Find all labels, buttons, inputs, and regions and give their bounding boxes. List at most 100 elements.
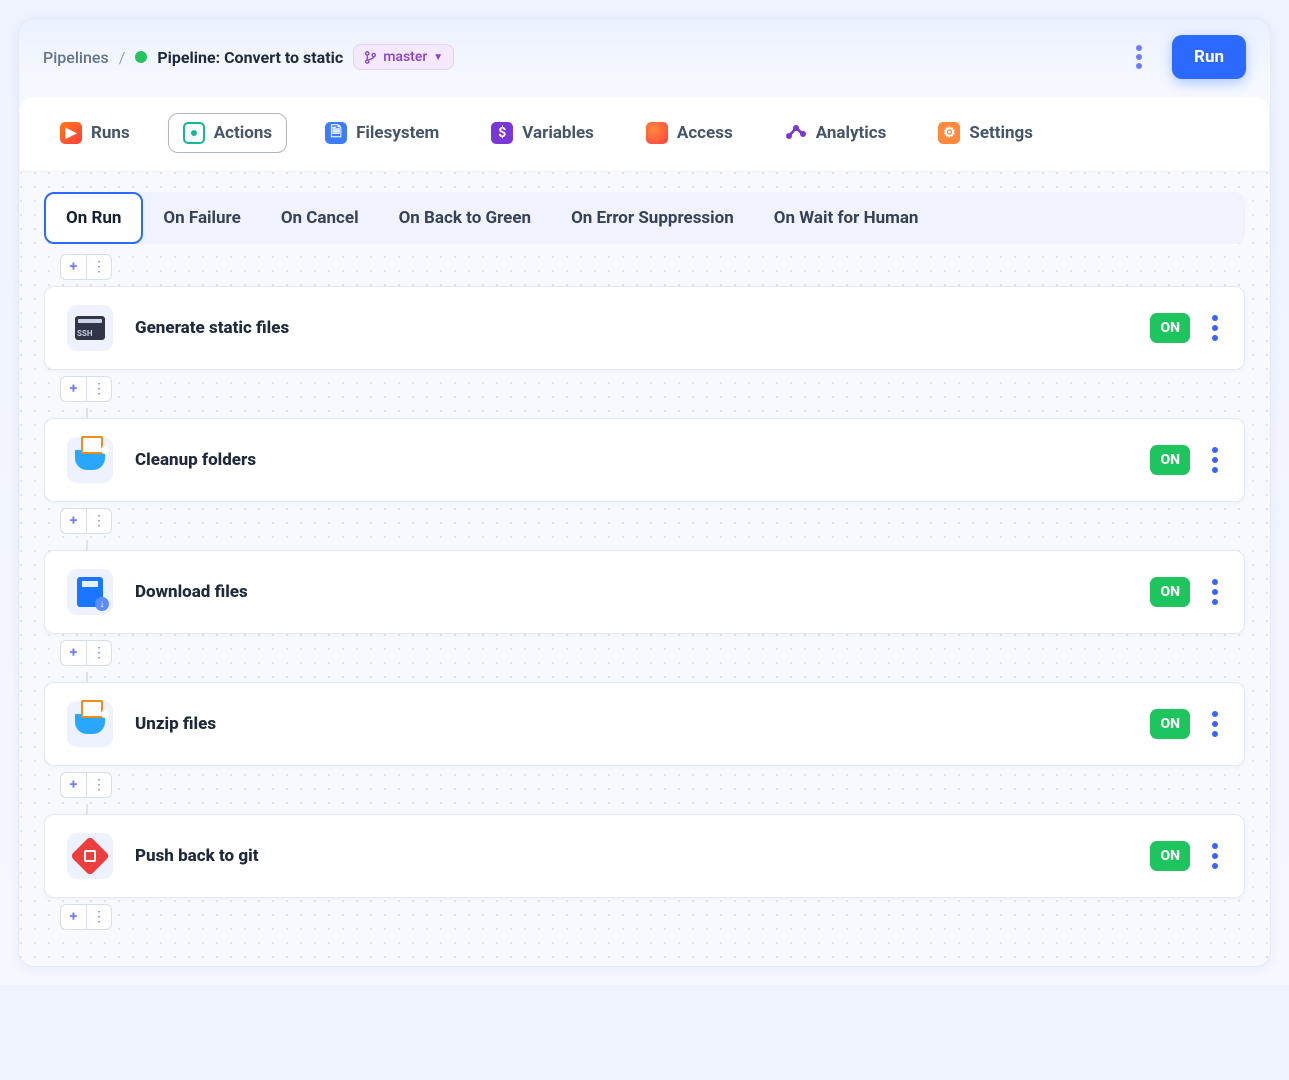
connector-line (86, 540, 88, 550)
step-state-badge[interactable]: ON (1150, 709, 1190, 739)
step-title: Generate static files (135, 318, 289, 338)
step-insert-menu[interactable]: ⋮ (86, 254, 112, 280)
step-menu-button[interactable] (1208, 575, 1222, 609)
trigger-on-run[interactable]: On Run (44, 192, 143, 244)
step-insert-menu[interactable]: ⋮ (86, 508, 112, 534)
step-menu-button[interactable] (1208, 707, 1222, 741)
step-right: ON (1150, 707, 1222, 741)
action-flow: + ⋮ SSH Generate static files ON + (44, 254, 1245, 930)
step-title: Push back to git (135, 846, 259, 866)
tab-runs-label: Runs (91, 123, 130, 143)
step-state-badge[interactable]: ON (1150, 445, 1190, 475)
trigger-on-wait-for-human[interactable]: On Wait for Human (754, 194, 939, 242)
settings-icon: ⚙ (938, 122, 960, 144)
ssh-icon: SSH (67, 305, 113, 351)
step-state-badge[interactable]: ON (1150, 577, 1190, 607)
trigger-on-failure[interactable]: On Failure (143, 194, 260, 242)
access-icon (646, 122, 668, 144)
step-insert-menu[interactable]: ⋮ (86, 904, 112, 930)
runs-icon: ▶ (60, 122, 82, 144)
insert-row: + ⋮ (60, 376, 1245, 402)
step-menu-button[interactable] (1208, 443, 1222, 477)
docker-icon (67, 437, 113, 483)
breadcrumb-separator: / (119, 48, 126, 67)
step-title: Download files (135, 582, 248, 602)
step-insert-menu[interactable]: ⋮ (86, 772, 112, 798)
add-step-button[interactable]: + (60, 772, 86, 798)
step-right: ON (1150, 575, 1222, 609)
insert-row: + ⋮ (60, 254, 1245, 280)
step-menu-button[interactable] (1208, 839, 1222, 873)
step-right: ON (1150, 443, 1222, 477)
download-icon (67, 569, 113, 615)
vertical-dots-icon (1132, 41, 1146, 73)
step-left: Download files (67, 569, 248, 615)
add-step-button[interactable]: + (60, 376, 86, 402)
step-title: Unzip files (135, 714, 216, 734)
analytics-icon (785, 122, 807, 144)
tab-variables-label: Variables (522, 123, 594, 143)
tab-settings[interactable]: ⚙ Settings (924, 114, 1047, 152)
git-icon (67, 833, 113, 879)
step-card[interactable]: Download files ON (44, 550, 1245, 634)
step-menu-button[interactable] (1208, 311, 1222, 345)
tab-runs[interactable]: ▶ Runs (46, 114, 144, 152)
tab-actions-label: Actions (214, 123, 272, 143)
insert-row: + ⋮ (60, 508, 1245, 534)
step-left: Cleanup folders (67, 437, 256, 483)
more-menu-button[interactable] (1124, 42, 1154, 72)
content-area: On Run On Failure On Cancel On Back to G… (20, 172, 1269, 966)
topbar: Pipelines / Pipeline: Convert to static … (19, 19, 1270, 97)
connector-line (86, 408, 88, 418)
breadcrumb-root[interactable]: Pipelines (43, 48, 109, 67)
docker-icon (67, 701, 113, 747)
pipeline-window: Pipelines / Pipeline: Convert to static … (18, 18, 1271, 967)
step-state-badge[interactable]: ON (1150, 313, 1190, 343)
status-dot-icon (135, 51, 147, 63)
main-panel: ▶ Runs Actions 🗎 Filesystem $ Variables … (20, 97, 1269, 966)
step-insert-menu[interactable]: ⋮ (86, 640, 112, 666)
trigger-on-cancel[interactable]: On Cancel (261, 194, 379, 242)
filesystem-icon: 🗎 (325, 122, 347, 144)
step-left: Unzip files (67, 701, 216, 747)
step-left: SSH Generate static files (67, 305, 289, 351)
tab-variables[interactable]: $ Variables (477, 114, 608, 152)
connector-line (86, 804, 88, 814)
run-button[interactable]: Run (1172, 35, 1246, 79)
git-branch-icon (364, 51, 377, 64)
step-title: Cleanup folders (135, 450, 256, 470)
tabs: ▶ Runs Actions 🗎 Filesystem $ Variables … (20, 97, 1269, 172)
top-actions: Run (1124, 35, 1246, 79)
branch-label: master (383, 49, 427, 65)
trigger-on-error-suppression[interactable]: On Error Suppression (551, 194, 754, 242)
tab-access-label: Access (677, 123, 733, 143)
insert-row: + ⋮ (60, 640, 1245, 666)
tab-filesystem-label: Filesystem (356, 123, 439, 143)
step-card[interactable]: Cleanup folders ON (44, 418, 1245, 502)
insert-row: + ⋮ (60, 904, 1245, 930)
step-card[interactable]: Push back to git ON (44, 814, 1245, 898)
step-state-badge[interactable]: ON (1150, 841, 1190, 871)
insert-row: + ⋮ (60, 772, 1245, 798)
add-step-button[interactable]: + (60, 904, 86, 930)
step-right: ON (1150, 839, 1222, 873)
tab-access[interactable]: Access (632, 114, 747, 152)
tab-settings-label: Settings (969, 123, 1033, 143)
trigger-on-back-to-green[interactable]: On Back to Green (379, 194, 551, 242)
add-step-button[interactable]: + (60, 254, 86, 280)
breadcrumb: Pipelines / Pipeline: Convert to static … (43, 44, 454, 70)
add-step-button[interactable]: + (60, 508, 86, 534)
branch-selector[interactable]: master ▼ (353, 44, 454, 70)
step-card[interactable]: SSH Generate static files ON (44, 286, 1245, 370)
tab-analytics[interactable]: Analytics (771, 114, 901, 152)
trigger-tabs: On Run On Failure On Cancel On Back to G… (44, 192, 1245, 244)
tab-filesystem[interactable]: 🗎 Filesystem (311, 114, 453, 152)
tab-actions[interactable]: Actions (168, 113, 287, 153)
tab-analytics-label: Analytics (816, 123, 887, 143)
step-card[interactable]: Unzip files ON (44, 682, 1245, 766)
step-right: ON (1150, 311, 1222, 345)
add-step-button[interactable]: + (60, 640, 86, 666)
chevron-down-icon: ▼ (433, 52, 443, 63)
step-insert-menu[interactable]: ⋮ (86, 376, 112, 402)
step-left: Push back to git (67, 833, 259, 879)
